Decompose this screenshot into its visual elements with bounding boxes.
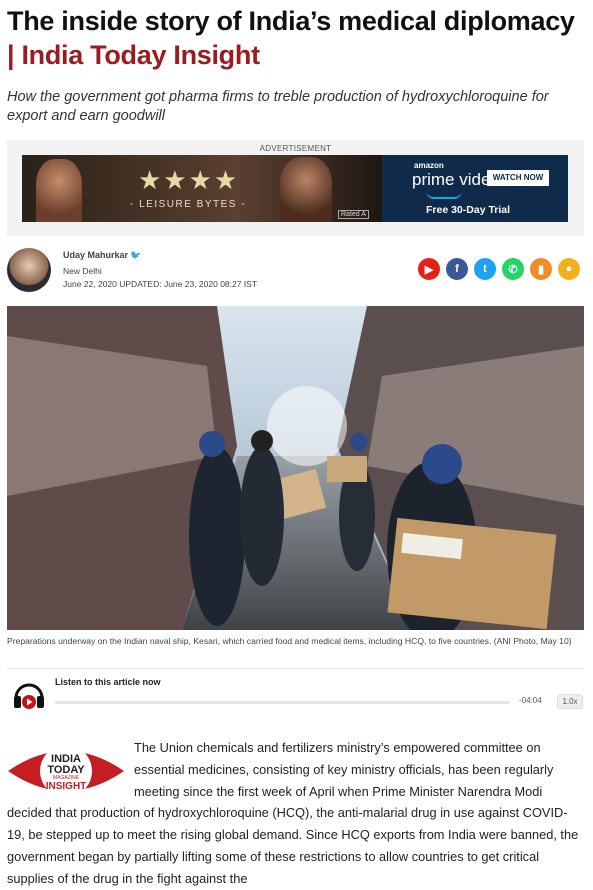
headphone-play-icon[interactable]: [11, 676, 47, 712]
audio-player: Listen to this article now -04:04 1.0x: [7, 672, 584, 718]
audio-time: -04:04: [519, 696, 542, 705]
article-body: The Union chemicals and fertilizers mini…: [7, 737, 585, 890]
audio-progress-bar[interactable]: [55, 701, 510, 704]
divider: [7, 668, 584, 669]
author-row: Uday Mahurkar 🐦 New Delhi June 22, 2020 U…: [7, 246, 584, 296]
youtube-icon[interactable]: ▶: [418, 258, 440, 280]
ad-actress-image: [36, 159, 82, 222]
ad-brand-small: amazon: [414, 161, 444, 170]
listen-label: Listen to this article now: [55, 677, 161, 687]
facebook-icon[interactable]: f: [446, 258, 468, 280]
author-name-container[interactable]: Uday Mahurkar 🐦: [63, 250, 141, 261]
ad-smile-icon: [426, 191, 462, 199]
article-subtitle: How the government got pharma firms to t…: [7, 89, 549, 124]
article-title: The inside story of India’s medical dipl…: [7, 4, 587, 72]
advertisement-banner[interactable]: ★★★★ - LEISURE BYTES - Rated A amazon pr…: [22, 155, 568, 222]
title-main: The inside story of India’s medical dipl…: [7, 6, 575, 36]
logo-spacer: [7, 737, 134, 801]
ad-rating: Rated A: [338, 210, 369, 219]
whatsapp-icon[interactable]: ✆: [502, 258, 524, 280]
advertisement-label: ADVERTISEMENT: [259, 144, 332, 153]
advertisement-container: ADVERTISEMENT ★★★★ - LEISURE BYTES - Rat…: [7, 140, 584, 236]
playback-speed-button[interactable]: 1.0x: [557, 694, 583, 709]
comment-icon[interactable]: ●: [558, 258, 580, 280]
ad-actor-image: [280, 157, 332, 222]
bookmark-icon[interactable]: ▮: [530, 258, 552, 280]
share-buttons: ▶ f t ✆ ▮ ●: [418, 258, 580, 280]
ad-stars-icon: ★★★★: [138, 165, 240, 195]
ad-offer: Free 30-Day Trial: [426, 204, 511, 216]
hero-image: [7, 306, 584, 630]
ad-tagline: - LEISURE BYTES -: [130, 199, 247, 210]
naval-ship-photo: [7, 306, 584, 630]
article-dates: June 22, 2020 UPDATED: June 23, 2020 08:…: [63, 279, 258, 289]
twitter-icon[interactable]: t: [474, 258, 496, 280]
twitter-bird-icon[interactable]: 🐦: [130, 250, 141, 260]
title-brand: | India Today Insight: [7, 40, 260, 70]
hero-caption: Preparations underway on the Indian nava…: [7, 636, 572, 646]
author-name[interactable]: Uday Mahurkar: [63, 250, 128, 260]
ad-watch-now-button[interactable]: WATCH NOW: [487, 170, 549, 186]
author-location: New Delhi: [63, 266, 102, 276]
author-avatar[interactable]: [7, 248, 51, 292]
